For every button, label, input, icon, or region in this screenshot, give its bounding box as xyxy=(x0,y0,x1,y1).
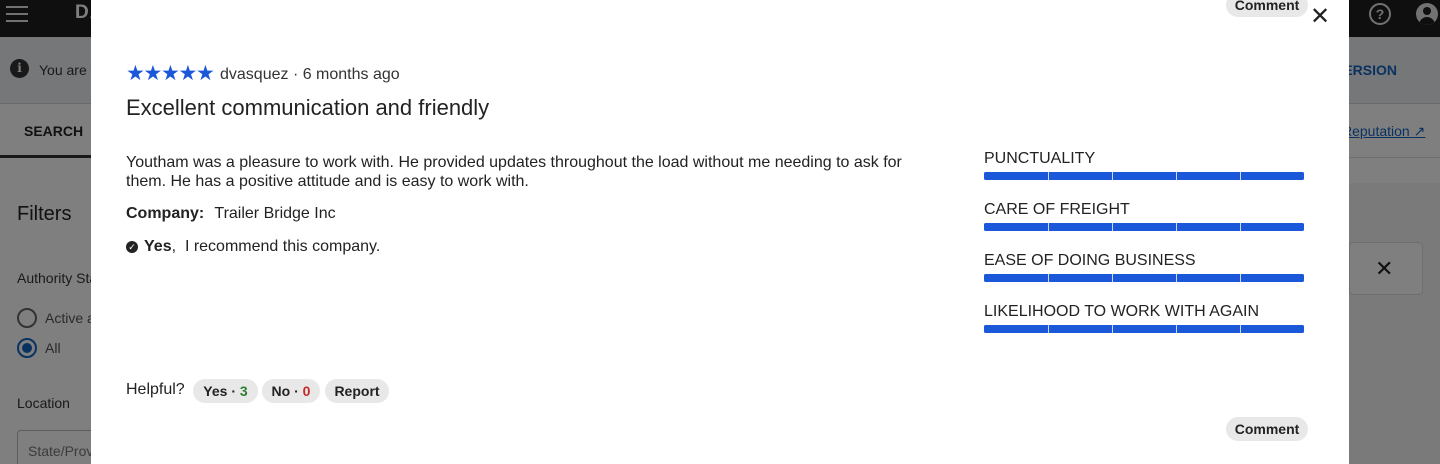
rating-bar-divider xyxy=(1048,223,1049,231)
recommendation-row: ✓ Yes, I recommend this company. xyxy=(126,238,380,256)
helpful-yes-count: 3 xyxy=(239,383,248,399)
rating-bar-fill xyxy=(984,274,1304,282)
rating-label: PUNCTUALITY xyxy=(984,150,1096,167)
rating-bar-divider xyxy=(1240,274,1241,282)
rating-bar xyxy=(984,325,1304,333)
review-title: Excellent communication and friendly xyxy=(126,95,490,120)
rating-bar-fill xyxy=(984,223,1304,231)
rating-bar xyxy=(984,274,1304,282)
rating-bar-divider xyxy=(1240,325,1241,333)
rating-bar xyxy=(984,172,1304,180)
helpful-yes-button[interactable]: Yes · 3 xyxy=(193,379,258,403)
review-author-line: dvasquez · 6 months ago xyxy=(220,66,400,83)
rating-item: CARE OF FREIGHT xyxy=(984,201,1304,231)
rating-bar xyxy=(984,223,1304,231)
rating-bar-fill xyxy=(984,325,1304,333)
rating-label: EASE OF DOING BUSINESS xyxy=(984,252,1196,269)
rating-bar-divider xyxy=(1112,325,1113,333)
company-row: Company: Trailer Bridge Inc xyxy=(126,205,336,223)
rating-bar-divider xyxy=(1176,274,1177,282)
star-icon: ★ xyxy=(178,62,198,85)
rating-item: LIKELIHOOD TO WORK WITH AGAIN xyxy=(984,303,1304,333)
rating-bar-divider xyxy=(1048,172,1049,180)
comment-button[interactable]: Comment xyxy=(1226,0,1308,17)
rating-bar-fill xyxy=(984,172,1304,180)
rating-bar-divider xyxy=(1176,325,1177,333)
helpful-no-label: No xyxy=(271,383,291,399)
report-button[interactable]: Report xyxy=(325,379,389,403)
rating-bar-divider xyxy=(1240,223,1241,231)
check-circle-icon: ✓ xyxy=(126,241,138,253)
rating-bar-divider xyxy=(1176,223,1177,231)
rating-label: LIKELIHOOD TO WORK WITH AGAIN xyxy=(984,303,1260,320)
helpful-no-button[interactable]: No · 0 xyxy=(262,379,320,403)
recommend-text: I recommend this company. xyxy=(184,238,381,255)
rating-label: CARE OF FREIGHT xyxy=(984,201,1130,218)
rating-item: PUNCTUALITY xyxy=(984,150,1304,180)
rating-bar-divider xyxy=(1048,325,1049,333)
star-icon: ★ xyxy=(196,62,215,85)
comment-button[interactable]: Comment xyxy=(1226,417,1308,441)
review-modal: Comment ✕ ★ ★ ★ ★ ★ dvasquez · 6 months ago … xyxy=(91,0,1349,464)
rating-bar-divider xyxy=(1112,223,1113,231)
star-icon: ★ xyxy=(126,62,145,85)
close-icon[interactable]: ✕ xyxy=(1309,5,1331,29)
rating-bar-divider xyxy=(1048,274,1049,282)
company-name: Trailer Bridge Inc xyxy=(214,205,336,222)
helpful-yes-label: Yes xyxy=(203,383,228,399)
rating-item: EASE OF DOING BUSINESS xyxy=(984,252,1304,282)
review-body: Youtham was a pleasure to work with. He … xyxy=(126,154,902,190)
rating-bar-divider xyxy=(1112,274,1113,282)
star-icon: ★ xyxy=(161,62,180,85)
company-label: Company: xyxy=(126,205,205,222)
rating-bar-divider xyxy=(1112,172,1113,180)
rating-bar-divider xyxy=(1240,172,1241,180)
star-icon: ★ xyxy=(143,62,163,85)
helpful-label: Helpful? xyxy=(126,381,185,398)
rating-bar-divider xyxy=(1176,172,1177,180)
star-rating: ★ ★ ★ ★ ★ xyxy=(126,62,215,85)
helpful-no-count: 0 xyxy=(302,383,311,399)
recommend-yes: Yes xyxy=(144,238,172,255)
